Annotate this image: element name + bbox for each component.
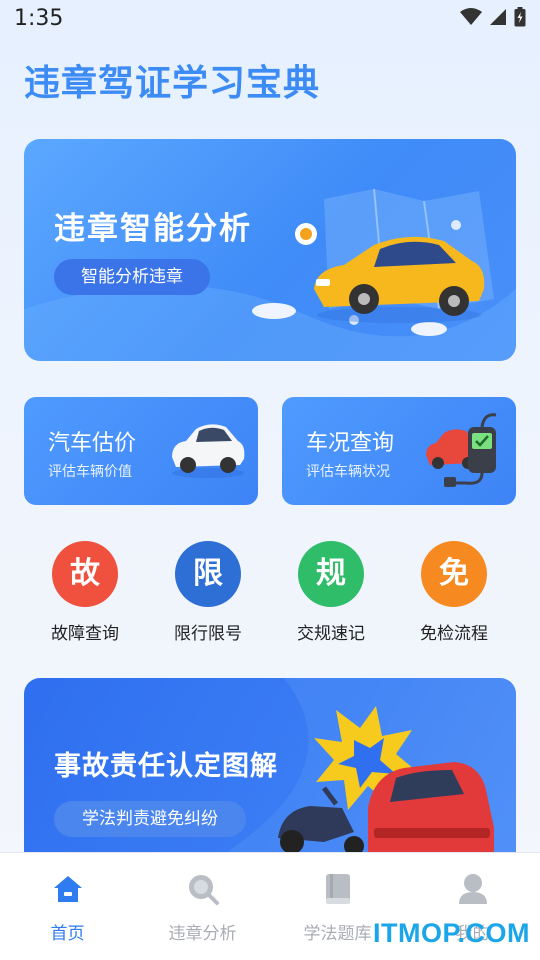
quick-action-label: 限行限号 [174,624,242,644]
restriction-icon: 限 [175,541,241,607]
accident-liability-banner[interactable]: 事故责任认定图解 学法判责避免纠纷 [24,678,516,854]
search-icon [188,875,219,905]
site-watermark: ITMOP.COM [372,918,530,948]
banner-illustration [24,188,516,361]
card-subtitle: 评估车辆状况 [306,464,390,480]
tab-home[interactable]: 首页 [0,853,135,960]
diagnostic-scanner-icon [426,413,497,487]
quick-action-label: 故障查询 [51,624,119,644]
tab-label: 违章分析 [168,924,237,944]
quick-action-label: 免检流程 [420,624,488,644]
banner-title: 违章智能分析 [54,211,252,247]
fault-icon: 故 [52,541,118,607]
battery-icon [514,7,526,27]
quick-action-traffic-rules[interactable]: 规 交规速记 [281,541,381,644]
quick-action-label: 交规速记 [297,624,365,644]
card-title: 车况查询 [306,431,395,456]
tab-violation-analysis[interactable]: 违章分析 [135,853,270,960]
home-icon [53,876,82,902]
smart-analysis-button[interactable]: 智能分析违章 [54,259,210,295]
quick-action-fault-query[interactable]: 故 故障查询 [35,541,135,644]
quick-action-inspection-exemption[interactable]: 免 免检流程 [404,541,504,644]
status-time: 1:35 [14,6,64,31]
chat-bubble-icon [295,223,317,245]
cellular-signal-icon [490,9,506,25]
red-car-icon [368,762,494,854]
status-bar: 1:35 [0,0,540,36]
app-title: 违章驾证学习宝典 [24,63,321,104]
banner2-title: 事故责任认定图解 [54,751,278,782]
car-valuation-card[interactable]: 汽车估价 评估车辆价值 [24,397,258,505]
white-car-icon [172,424,245,478]
card-subtitle: 评估车辆价值 [48,464,132,480]
status-icons [460,7,526,27]
tab-label: 首页 [50,924,85,944]
wifi-icon [460,8,482,25]
rules-icon: 规 [298,541,364,607]
exemption-icon: 免 [421,541,487,607]
learn-law-button[interactable]: 学法判责避免纠纷 [54,801,246,837]
user-icon [458,874,487,904]
quick-action-traffic-restriction[interactable]: 限 限行限号 [158,541,258,644]
book-icon [325,874,350,904]
smart-analysis-banner[interactable]: 违章智能分析 智能分析违章 [24,139,516,361]
car-condition-card[interactable]: 车况查询 评估车辆状况 [282,397,516,505]
card-title: 汽车估价 [48,431,137,456]
